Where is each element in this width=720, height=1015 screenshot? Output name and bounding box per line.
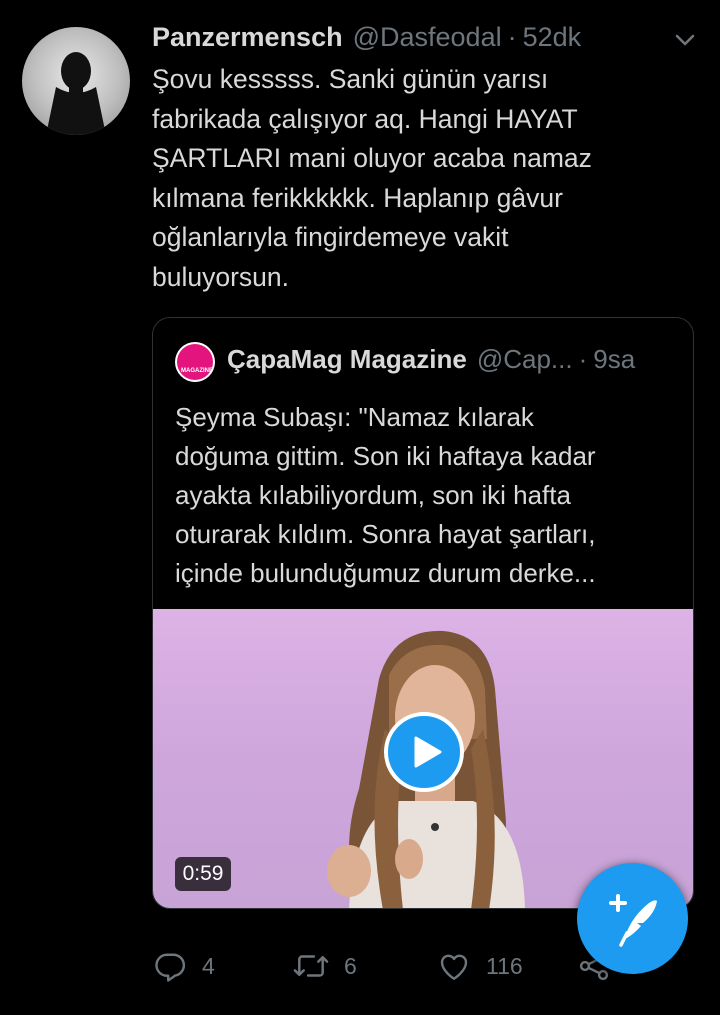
quoted-tweet-text: Şeyma Subaşı: "Namaz kılarak doğuma gitt… <box>175 402 596 588</box>
quoted-header: ÇapaMag Magazine @Cap... · 9sa <box>227 344 635 375</box>
quoted-tweet[interactable]: MAGAZINE ÇapaMag Magazine @Cap... · 9sa … <box>152 317 694 909</box>
separator-dot: · <box>507 22 517 52</box>
reply-count: 4 <box>202 952 215 979</box>
quoted-display-name[interactable]: ÇapaMag Magazine <box>227 344 467 375</box>
retweet-count: 6 <box>344 952 357 979</box>
chevron-down-icon[interactable] <box>672 30 698 50</box>
play-icon <box>414 736 442 768</box>
tweet[interactable]: Panzermensch @Dasfeodal · 52dk Şovu kess… <box>0 0 720 1015</box>
retweet-button[interactable]: 6 <box>292 944 357 988</box>
quoted-separator-dot: · <box>578 344 588 374</box>
quoted-handle[interactable]: @Cap... <box>477 344 573 375</box>
default-profile-icon <box>46 52 106 135</box>
reply-icon <box>155 953 186 982</box>
reply-button[interactable]: 4 <box>152 944 215 988</box>
avatar[interactable] <box>22 27 130 135</box>
display-name[interactable]: Panzermensch <box>152 22 343 53</box>
quoted-avatar[interactable]: MAGAZINE <box>175 342 215 382</box>
video-duration: 0:59 <box>175 857 231 891</box>
like-button[interactable]: 116 <box>436 944 523 988</box>
compose-tweet-button[interactable] <box>577 863 688 974</box>
brand-logo-icon <box>177 344 213 380</box>
like-count: 116 <box>486 952 523 979</box>
heart-icon <box>440 954 468 980</box>
timestamp[interactable]: 52dk <box>523 22 582 53</box>
quoted-timestamp[interactable]: 9sa <box>593 344 635 375</box>
compose-tweet-icon <box>609 894 657 947</box>
play-button[interactable] <box>384 712 464 792</box>
handle[interactable]: @Dasfeodal <box>353 22 502 53</box>
tweet-text: Şovu kesssss. Sanki günün yarısı fabrika… <box>152 64 592 292</box>
tweet-header: Panzermensch @Dasfeodal · 52dk <box>152 22 581 56</box>
avatar-logo-text: MAGAZINE <box>181 368 213 374</box>
retweet-icon <box>293 955 329 977</box>
